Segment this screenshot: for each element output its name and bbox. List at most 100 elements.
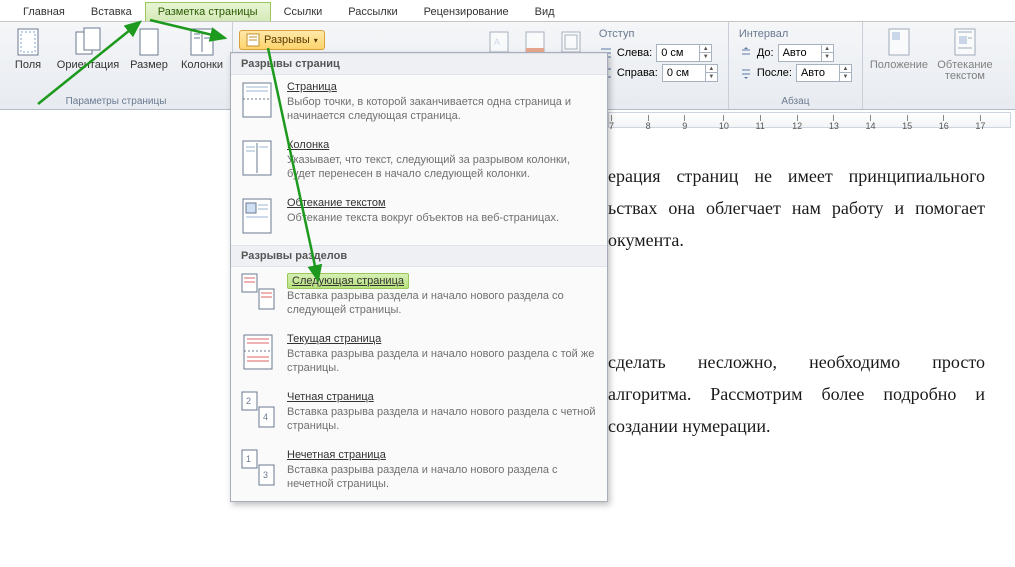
dd-column-icon xyxy=(241,139,275,177)
tab-review[interactable]: Рецензирование xyxy=(411,2,522,21)
indent-header: Отступ xyxy=(599,28,718,42)
dd-item-next-page[interactable]: Следующая страница Вставка разрыва разде… xyxy=(231,267,607,327)
orientation-label: Ориентация xyxy=(57,60,119,71)
wrap-label: Обтекание текстом xyxy=(935,60,995,82)
svg-text:4: 4 xyxy=(263,412,268,422)
dd-page-title: Страница xyxy=(287,81,597,95)
indent-right-value: 0 см xyxy=(667,67,689,79)
paragraph-group-title: Абзац xyxy=(739,96,852,107)
indent-right-label: Справа: xyxy=(617,67,658,79)
svg-text:3: 3 xyxy=(263,470,268,480)
dd-column-title: Колонка xyxy=(287,139,597,153)
breaks-icon xyxy=(246,33,260,47)
ruler-tick: 13 xyxy=(829,115,839,131)
dd-page-desc: Выбор точки, в которой заканчивается одн… xyxy=(287,95,597,123)
position-button[interactable]: Положение xyxy=(869,26,929,71)
horizontal-ruler[interactable]: 7891011121314151617 xyxy=(608,112,1011,128)
columns-button[interactable]: Колонки xyxy=(178,26,226,71)
indent-right-input[interactable]: 0 см▲▼ xyxy=(662,64,718,82)
ribbon-tabs: Главная Вставка Разметка страницы Ссылки… xyxy=(0,0,1015,22)
dd-wrap-title: Обтекание текстом xyxy=(287,197,597,211)
svg-text:A: A xyxy=(494,37,500,47)
spacing-after-icon xyxy=(739,66,753,80)
ruler-tick: 7 xyxy=(609,115,614,131)
doc-paragraph-2: сделать несложно, необходимо просто алго… xyxy=(608,346,985,442)
orientation-icon xyxy=(72,26,104,58)
dd-wrap-desc: Обтекание текста вокруг объектов на веб-… xyxy=(287,211,597,225)
dd-item-column[interactable]: Колонка Указывает, что текст, следующий … xyxy=(231,133,607,191)
spacing-after-input[interactable]: Авто▲▼ xyxy=(796,64,852,82)
dd-item-even-page[interactable]: 24 Четная страница Вставка разрыва разде… xyxy=(231,385,607,443)
spacing-before-label: До: xyxy=(757,47,774,59)
dd-item-page[interactable]: Страница Выбор точки, в которой заканчив… xyxy=(231,75,607,133)
page-color-icon xyxy=(523,30,547,54)
spacing-before-input[interactable]: Авто▲▼ xyxy=(778,44,834,62)
ruler-tick: 15 xyxy=(902,115,912,131)
position-label: Положение xyxy=(870,60,928,71)
doc-paragraph-1: ерация страниц не имеет принципиального … xyxy=(608,160,985,256)
spacing-header: Интервал xyxy=(739,28,852,42)
dd-even-page-desc: Вставка разрыва раздела и начало нового … xyxy=(287,405,597,433)
indent-left-label: Слева: xyxy=(617,47,652,59)
dd-item-wrap[interactable]: Обтекание текстом Обтекание текста вокру… xyxy=(231,191,607,245)
page-borders-icon xyxy=(559,30,583,54)
dd-item-odd-page[interactable]: 13 Нечетная страница Вставка разрыва раз… xyxy=(231,443,607,501)
ruler-tick: 14 xyxy=(865,115,875,131)
dd-section-section-breaks: Разрывы разделов xyxy=(231,245,607,267)
size-icon xyxy=(133,26,165,58)
tab-references[interactable]: Ссылки xyxy=(271,2,336,21)
ruler-tick: 17 xyxy=(975,115,985,131)
dd-next-page-title: Следующая страница xyxy=(287,273,409,289)
dd-odd-page-title: Нечетная страница xyxy=(287,449,597,463)
dd-next-page-icon xyxy=(241,273,275,311)
dd-odd-page-desc: Вставка разрыва раздела и начало нового … xyxy=(287,463,597,491)
breaks-dropdown: Разрывы страниц Страница Выбор точки, в … xyxy=(230,52,608,502)
group-spacing: Интервал До: Авто▲▼ После: Авто▲▼ Абзац xyxy=(729,22,863,109)
position-icon xyxy=(883,26,915,58)
tab-page-layout[interactable]: Разметка страницы xyxy=(145,2,271,21)
dd-continuous-title: Текущая страница xyxy=(287,333,597,347)
dd-even-page-icon: 24 xyxy=(241,391,275,429)
group-arrange: Положение Обтекание текстом xyxy=(863,22,1001,109)
group-indent: Отступ Слева: 0 см▲▼ Справа: 0 см▲▼ xyxy=(589,22,729,109)
ruler-tick: 12 xyxy=(792,115,802,131)
dd-column-desc: Указывает, что текст, следующий за разры… xyxy=(287,153,597,181)
ruler-tick: 8 xyxy=(646,115,651,131)
breaks-button[interactable]: Разрывы ▾ xyxy=(239,30,325,50)
dd-section-page-breaks: Разрывы страниц xyxy=(231,53,607,75)
watermark-icon: A xyxy=(487,30,511,54)
indent-left-value: 0 см xyxy=(661,47,683,59)
orientation-button[interactable]: Ориентация xyxy=(56,26,120,71)
dd-even-page-title: Четная страница xyxy=(287,391,597,405)
dd-page-icon xyxy=(241,81,275,119)
svg-text:2: 2 xyxy=(246,396,251,406)
margins-button[interactable]: Поля xyxy=(6,26,50,71)
svg-text:1: 1 xyxy=(246,454,251,464)
columns-label: Колонки xyxy=(181,60,223,71)
spacing-before-icon xyxy=(739,46,753,60)
ruler-tick: 9 xyxy=(682,115,687,131)
dd-item-continuous[interactable]: Текущая страница Вставка разрыва раздела… xyxy=(231,327,607,385)
wrap-icon xyxy=(949,26,981,58)
document-body[interactable]: ерация страниц не имеет принципиального … xyxy=(608,160,985,466)
margins-label: Поля xyxy=(15,60,41,71)
group-page-setup: Поля Ориентация Размер Колонки Параметры… xyxy=(0,22,233,109)
size-label: Размер xyxy=(130,60,168,71)
spacing-before-value: Авто xyxy=(783,47,807,59)
size-button[interactable]: Размер xyxy=(126,26,172,71)
ruler-tick: 10 xyxy=(719,115,729,131)
dd-odd-page-icon: 13 xyxy=(241,449,275,487)
ruler-tick: 11 xyxy=(756,115,765,131)
breaks-label: Разрывы xyxy=(264,34,310,46)
tab-view[interactable]: Вид xyxy=(522,2,568,21)
tab-home[interactable]: Главная xyxy=(10,2,78,21)
tab-mailings[interactable]: Рассылки xyxy=(335,2,410,21)
group-page-setup-title: Параметры страницы xyxy=(6,96,226,107)
dd-continuous-icon xyxy=(241,333,275,371)
margins-icon xyxy=(12,26,44,58)
wrap-button[interactable]: Обтекание текстом xyxy=(935,26,995,82)
dd-continuous-desc: Вставка разрыва раздела и начало нового … xyxy=(287,347,597,375)
chevron-down-icon: ▾ xyxy=(314,36,318,45)
indent-left-input[interactable]: 0 см▲▼ xyxy=(656,44,712,62)
tab-insert[interactable]: Вставка xyxy=(78,2,145,21)
